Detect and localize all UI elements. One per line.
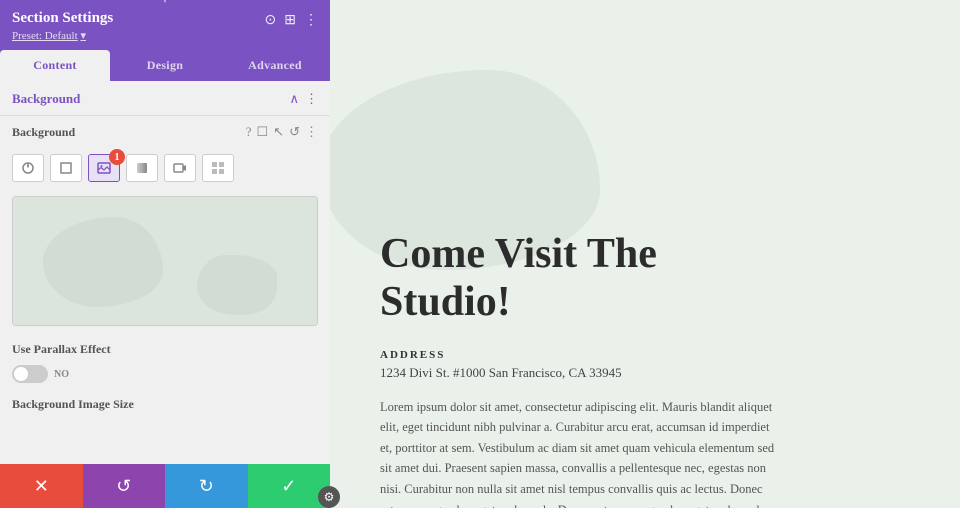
badge-count: 1	[109, 149, 125, 165]
parallax-label: Use Parallax Effect	[12, 342, 111, 357]
bg-copy-icon[interactable]: ☐	[257, 124, 269, 140]
bg-type-pattern[interactable]	[202, 154, 234, 182]
tab-content[interactable]: Content	[0, 50, 110, 81]
toggle-row: NO	[0, 363, 330, 391]
panel-preset[interactable]: Preset: Default ▾	[12, 29, 113, 42]
background-row: Background ? ☐ ↖ ↺ ⋮	[0, 116, 330, 148]
page-title: Come Visit The Studio!	[380, 230, 920, 327]
bg-reset-icon[interactable]: ↺	[289, 124, 300, 140]
more-options-icon[interactable]: ⋮	[304, 12, 318, 29]
cancel-button[interactable]: ✕	[0, 464, 83, 508]
bg-pointer-icon[interactable]: ↖	[273, 124, 284, 140]
view-icon[interactable]: ⊙	[265, 12, 277, 29]
settings-cog-icon[interactable]: ⚙	[318, 486, 340, 508]
bg-preview-inner	[13, 197, 317, 325]
bg-more-icon[interactable]: ⋮	[305, 124, 318, 140]
parallax-row: Use Parallax Effect	[0, 332, 330, 363]
tab-advanced[interactable]: Advanced	[220, 50, 330, 81]
content-area: Come Visit The Studio! ADDRESS 1234 Divi…	[330, 0, 960, 508]
bg-type-gradient[interactable]	[126, 154, 158, 182]
bg-preview-area	[12, 196, 318, 326]
background-section-title: Background	[12, 91, 80, 107]
settings-panel: + Section Settings Preset: Default ▾ ⊙ ⊞…	[0, 0, 330, 508]
bg-image-size-label: Background Image Size	[0, 391, 330, 416]
panel-tabs: Content Design Advanced	[0, 50, 330, 81]
section-options-icon[interactable]: ⋮	[305, 91, 318, 107]
background-label: Background	[12, 125, 75, 140]
bg-help-icon[interactable]: ?	[246, 124, 252, 140]
bg-type-none[interactable]	[50, 154, 82, 182]
undo-button[interactable]: ↺	[83, 464, 166, 508]
background-section-header: Background ∧ ⋮	[0, 81, 330, 116]
bg-type-video[interactable]	[164, 154, 196, 182]
parallax-toggle[interactable]	[12, 365, 48, 383]
panel-header-icons: ⊙ ⊞ ⋮	[265, 12, 318, 29]
address-text: 1234 Divi St. #1000 San Francisco, CA 33…	[380, 365, 920, 381]
bg-type-row: 1	[0, 148, 330, 190]
panel-toolbar: ✕ ↺ ↻ ✓ ⚙	[0, 464, 330, 508]
bg-type-image[interactable]: 1	[88, 154, 120, 182]
toggle-knob	[14, 367, 28, 381]
panel-title: Section Settings	[12, 10, 113, 27]
bg-type-color[interactable]	[12, 154, 44, 182]
body-text: Lorem ipsum dolor sit amet, consectetur …	[380, 397, 780, 508]
address-label: ADDRESS	[380, 349, 920, 361]
toggle-label-text: NO	[54, 369, 69, 380]
tab-design[interactable]: Design	[110, 50, 220, 81]
grid-icon[interactable]: ⊞	[284, 12, 296, 29]
collapse-icon[interactable]: ∧	[289, 91, 299, 107]
panel-body: Background ∧ ⋮ Background ? ☐ ↖ ↺ ⋮	[0, 81, 330, 508]
save-button[interactable]: ✓	[248, 464, 331, 508]
redo-button[interactable]: ↻	[165, 464, 248, 508]
